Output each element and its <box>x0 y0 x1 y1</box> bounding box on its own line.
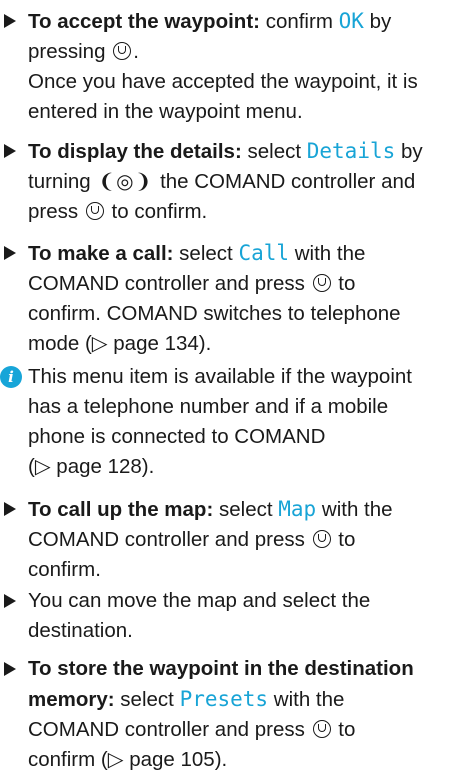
note-text: This menu item is available if the waypo… <box>28 365 412 388</box>
step-text: by <box>369 10 392 33</box>
triangle-bullet-icon <box>4 594 16 608</box>
display-option-ok: OK <box>338 9 364 33</box>
step-heading: To make a call: <box>28 242 174 265</box>
note-text: (▷ page 128). <box>28 455 155 478</box>
step-text: turning <box>28 170 91 193</box>
step-text: press <box>28 200 79 223</box>
triangle-bullet-icon <box>4 144 16 158</box>
step-text: You can move the map and select the <box>28 589 371 612</box>
press-controller-icon <box>312 274 331 292</box>
step-text: to <box>338 718 356 741</box>
display-option-call: Call <box>238 241 290 265</box>
step-text: to confirm. <box>111 200 208 223</box>
manual-page: To accept the waypoint: confirm OK by pr… <box>0 0 462 781</box>
step-store-waypoint: To store the waypoint in the destination… <box>0 654 462 775</box>
turn-controller-icon: ❨◎❩ <box>98 171 153 193</box>
triangle-bullet-icon <box>4 14 16 28</box>
triangle-bullet-icon <box>4 662 16 676</box>
step-text: select <box>218 498 273 521</box>
step-move-map: You can move the map and select the dest… <box>0 586 462 646</box>
step-text: with the <box>294 242 366 265</box>
display-option-map: Map <box>278 497 317 521</box>
step-text: confirm. <box>28 558 101 581</box>
info-icon: i <box>0 366 22 388</box>
step-text: COMAND controller and press <box>28 718 305 741</box>
display-option-presets: Presets <box>179 687 269 711</box>
step-text: by <box>400 140 423 163</box>
step-text: select <box>179 242 233 265</box>
press-controller-icon <box>312 530 331 548</box>
step-text: select <box>247 140 302 163</box>
step-text: to <box>338 272 356 295</box>
step-heading: To display the details: <box>28 140 242 163</box>
step-call-up-map: To call up the map: select Map with the … <box>0 494 462 585</box>
step-text: pressing <box>28 40 106 63</box>
step-text: with the <box>273 688 345 711</box>
display-option-details: Details <box>306 139 396 163</box>
step-heading: memory: <box>28 688 115 711</box>
step-text: confirm (▷ page 105). <box>28 748 228 771</box>
step-text: . <box>133 40 139 63</box>
press-controller-icon <box>85 202 104 220</box>
triangle-bullet-icon <box>4 502 16 516</box>
step-text: to <box>338 528 356 551</box>
step-heading: To call up the map: <box>28 498 214 521</box>
step-display-details: To display the details: select Details b… <box>0 136 462 227</box>
step-text: Once you have accepted the waypoint, it … <box>28 70 418 93</box>
note-text: has a telephone number and if a mobile <box>28 395 389 418</box>
step-make-call: To make a call: select Call with the COM… <box>0 238 462 359</box>
press-controller-icon <box>113 42 132 60</box>
step-text: entered in the waypoint menu. <box>28 100 303 123</box>
step-text: select <box>120 688 174 711</box>
step-heading: To accept the waypoint: <box>28 10 260 33</box>
step-text: confirm <box>265 10 333 33</box>
step-text: COMAND controller and press <box>28 528 305 551</box>
press-controller-icon <box>312 720 331 738</box>
triangle-bullet-icon <box>4 246 16 260</box>
step-text: mode (▷ page 134). <box>28 332 212 355</box>
step-accept-waypoint: To accept the waypoint: confirm OK by pr… <box>0 6 462 127</box>
info-note: i This menu item is available if the way… <box>0 362 462 482</box>
step-text: the COMAND controller and <box>160 170 416 193</box>
step-text: with the <box>321 498 393 521</box>
step-text: confirm. COMAND switches to telephone <box>28 302 401 325</box>
step-heading: To store the waypoint in the destination <box>28 657 414 680</box>
note-text: phone is connected to COMAND <box>28 425 326 448</box>
step-text: COMAND controller and press <box>28 272 305 295</box>
step-text: destination. <box>28 619 133 642</box>
